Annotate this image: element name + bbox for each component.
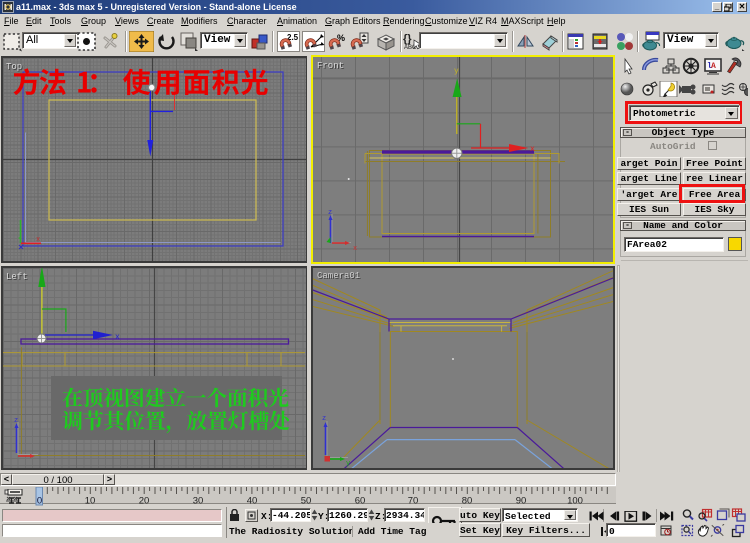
- svg-text:x: x: [115, 333, 120, 342]
- svg-text:y: y: [454, 67, 459, 76]
- svg-text:60: 60: [355, 496, 366, 507]
- svg-text:x: x: [36, 236, 40, 244]
- svg-text:70: 70: [408, 496, 419, 507]
- svg-text:A: A: [711, 62, 716, 71]
- svg-text:x: x: [530, 145, 535, 154]
- svg-text:x: x: [353, 245, 357, 253]
- svg-text:80: 80: [462, 496, 473, 507]
- svg-text:z: z: [328, 209, 332, 217]
- svg-text:40: 40: [247, 496, 258, 507]
- svg-text:{}: {}: [403, 33, 412, 45]
- svg-text:z: z: [14, 417, 18, 425]
- svg-text:50: 50: [301, 496, 312, 507]
- svg-text:0: 0: [37, 496, 42, 507]
- svg-text:z: z: [322, 415, 326, 423]
- svg-text:90: 90: [516, 496, 527, 507]
- svg-text:100: 100: [567, 496, 583, 507]
- svg-text:20: 20: [139, 496, 150, 507]
- svg-text:10: 10: [85, 496, 96, 507]
- svg-text:30: 30: [193, 496, 204, 507]
- svg-text:y: y: [346, 460, 350, 468]
